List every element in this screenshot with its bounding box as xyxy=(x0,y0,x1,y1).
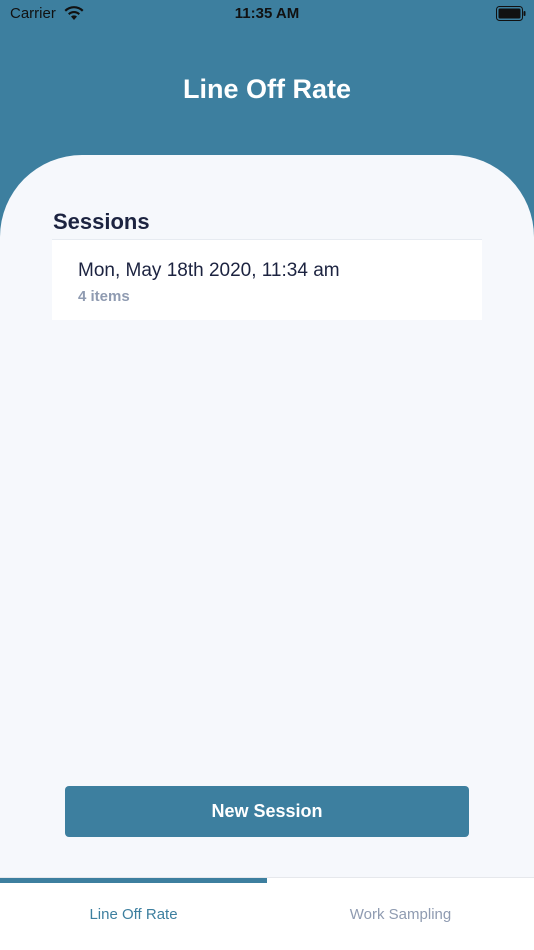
battery-icon xyxy=(496,6,526,21)
tab-work-sampling[interactable]: Work Sampling xyxy=(267,906,534,923)
session-item-count: 4 items xyxy=(78,288,130,305)
sessions-heading: Sessions xyxy=(53,209,150,234)
session-list-item[interactable]: Mon, May 18th 2020, 11:34 am 4 items xyxy=(52,239,482,320)
tab-line-off-rate[interactable]: Line Off Rate xyxy=(0,906,267,923)
active-tab-indicator xyxy=(0,878,267,883)
status-bar: Carrier 11:35 AM xyxy=(0,0,534,30)
page-title: Line Off Rate xyxy=(182,74,351,104)
tab-bar: Line Off Rate Work Sampling xyxy=(0,877,534,950)
new-session-button[interactable]: New Session xyxy=(65,786,469,837)
status-time: 11:35 AM xyxy=(234,5,300,22)
session-date: Mon, May 18th 2020, 11:34 am xyxy=(78,260,340,281)
